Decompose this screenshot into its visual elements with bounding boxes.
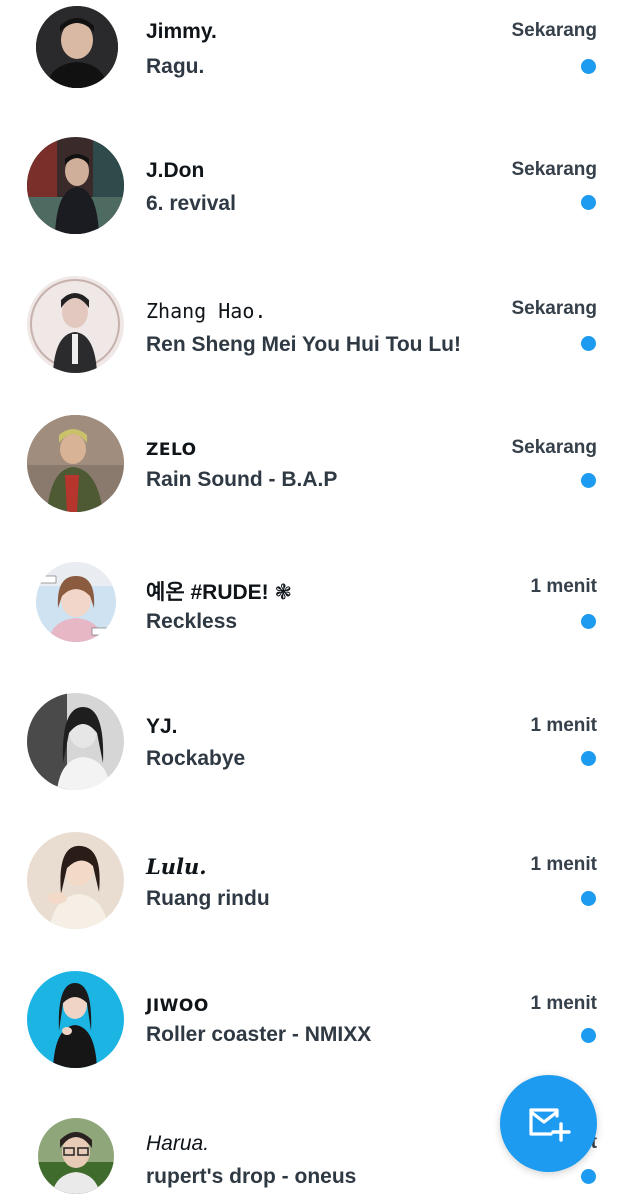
timestamp: Sekarang [511, 437, 597, 458]
contact-name: Zhang Hao. [146, 299, 267, 323]
avatar-image [27, 971, 124, 1068]
last-message: Rockabye [146, 747, 246, 770]
avatar-image [27, 693, 124, 790]
unread-indicator [581, 891, 596, 906]
timestamp: 1 menit [530, 576, 597, 597]
conversation-row-zelo[interactable]: ZELO Rain Sound - B.A.P Sekarang [0, 415, 623, 556]
unread-indicator [581, 1169, 596, 1184]
avatar[interactable] [27, 971, 124, 1068]
contact-name: ZELO [146, 440, 197, 460]
last-message: Roller coaster - NMIXX [146, 1023, 372, 1046]
contact-name: Jimmy. [146, 20, 217, 43]
avatar-image [36, 6, 118, 88]
unread-indicator [581, 336, 596, 351]
last-message: 6. revival [146, 192, 236, 215]
avatar[interactable] [27, 276, 124, 373]
timestamp: Sekarang [511, 159, 597, 180]
avatar-image [36, 562, 116, 642]
unread-indicator [581, 751, 596, 766]
avatar[interactable] [27, 693, 124, 790]
contact-name: YJ. [146, 715, 178, 738]
timestamp: 1 menit [530, 993, 597, 1014]
timestamp: 1 menit [530, 854, 597, 875]
conversation-row-yj[interactable]: YJ. Rockabye 1 menit [0, 693, 623, 834]
last-message: Rain Sound - B.A.P [146, 468, 338, 491]
avatar[interactable] [38, 1118, 114, 1194]
conversation-row-zhang-hao[interactable]: Zhang Hao. Ren Sheng Mei You Hui Tou Lu!… [0, 276, 623, 417]
avatar[interactable] [27, 832, 124, 929]
contact-name: 예온 #RUDE! ❃ [146, 581, 293, 604]
new-message-button[interactable] [500, 1075, 597, 1172]
avatar-image [38, 1118, 114, 1194]
timestamp: Sekarang [511, 298, 597, 319]
last-message: Ragu. [146, 55, 205, 78]
last-message: Ren Sheng Mei You Hui Tou Lu! [146, 333, 461, 356]
avatar-image [27, 137, 124, 234]
unread-indicator [581, 614, 596, 629]
unread-indicator [581, 473, 596, 488]
conversation-row-jdon[interactable]: J.Don 6. revival Sekarang [0, 137, 623, 278]
contact-name: Lulu. [146, 854, 207, 879]
unread-indicator [581, 59, 596, 74]
contact-name: Harua. [146, 1132, 210, 1155]
timestamp: 1 menit [530, 715, 597, 736]
conversation-row-lulu[interactable]: Lulu. Ruang rindu 1 menit [0, 832, 623, 973]
avatar-image [27, 832, 124, 929]
avatar[interactable] [27, 137, 124, 234]
avatar-image [27, 415, 124, 512]
avatar-image [27, 276, 124, 373]
timestamp: Sekarang [511, 20, 597, 41]
conversation-row-yeon[interactable]: 예온 #RUDE! ❃ Reckless 1 menit [0, 556, 623, 695]
last-message: Reckless [146, 610, 238, 633]
unread-indicator [581, 1028, 596, 1043]
avatar[interactable] [36, 6, 118, 88]
last-message: rupert's drop - oneus [146, 1165, 357, 1188]
contact-name: JIWOO [146, 996, 209, 1016]
new-message-icon [529, 1108, 571, 1142]
avatar[interactable] [36, 562, 116, 642]
avatar[interactable] [27, 415, 124, 512]
contact-name: J.Don [146, 159, 205, 182]
conversation-row-jimmy[interactable]: Jimmy. Ragu. Sekarang [0, 0, 623, 139]
last-message: Ruang rindu [146, 887, 270, 910]
unread-indicator [581, 195, 596, 210]
